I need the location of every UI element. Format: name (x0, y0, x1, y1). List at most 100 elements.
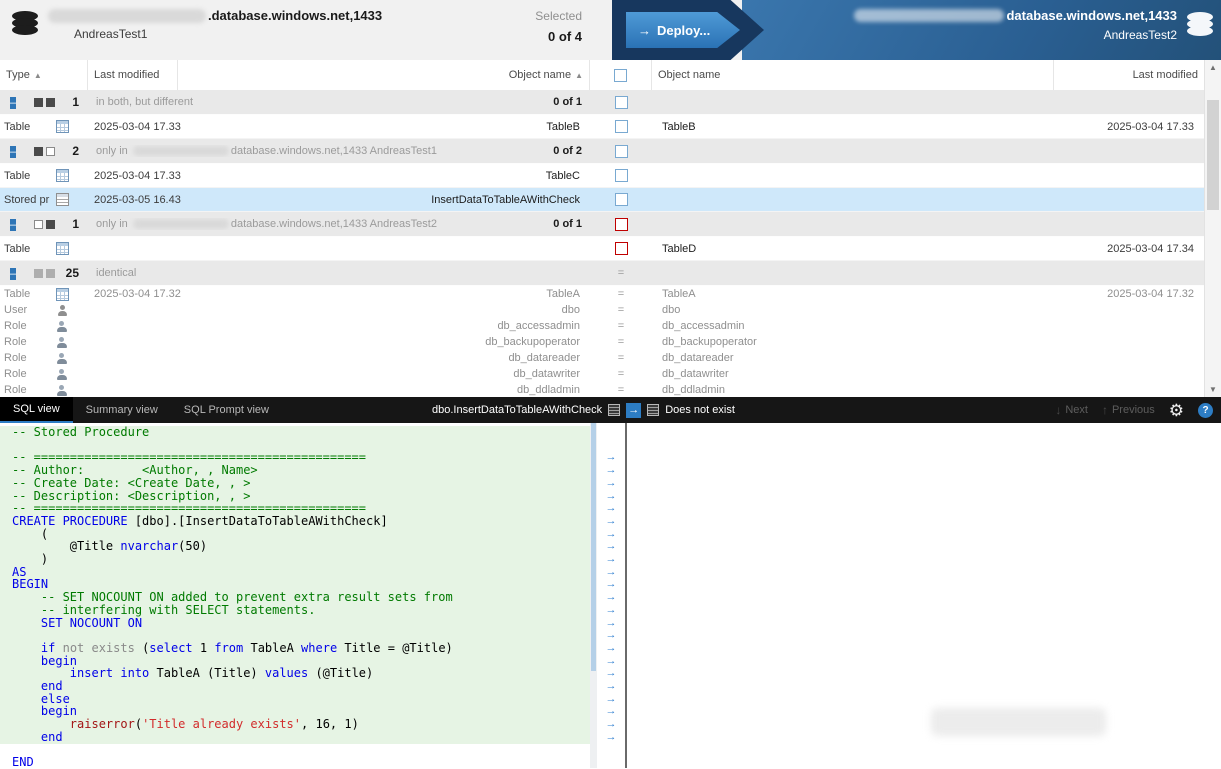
sql-source-pane[interactable]: -- Stored Procedure -- =================… (0, 423, 590, 768)
row-object-name-left: db_ddladmin (517, 384, 580, 396)
sql-diff-area: -- Stored Procedure -- =================… (0, 423, 1221, 768)
tab-sql-prompt-view[interactable]: SQL Prompt view (171, 397, 282, 423)
row-object-name-left: db_datareader (508, 352, 580, 364)
group-diff-state-icon (30, 219, 60, 229)
row-type-label: Role (4, 352, 27, 364)
collapse-icon[interactable]: – (10, 97, 17, 109)
table-row[interactable]: Role db_backupoperator = db_backupoperat… (0, 334, 1204, 350)
column-last-modified-right[interactable]: Last modified (1054, 60, 1204, 90)
previous-difference-button[interactable]: ↑ Previous (1102, 403, 1155, 417)
group-diff-state-icon (30, 146, 60, 156)
sql-code-lines: -- Stored Procedure -- =================… (0, 426, 590, 768)
source-server-suffix: .database.windows.net,1433 (208, 8, 383, 23)
row-checkbox[interactable] (614, 193, 628, 206)
row-type-label: Role (4, 336, 27, 348)
row-last-modified-left: 2025-03-04 17.33 (94, 169, 181, 182)
scroll-down-icon[interactable]: ▼ (1205, 385, 1221, 394)
diff-arrow-icon: → (605, 667, 617, 680)
diff-arrow-icon: → (605, 540, 617, 553)
group-label: in both, but different (96, 96, 194, 108)
diff-arrow-icon: → (605, 591, 617, 604)
equals-icon: = (617, 267, 625, 279)
group-header-only-source[interactable]: – 2 only in database.windows.net,1433 An… (0, 139, 1204, 164)
group-header-identical[interactable]: – 25 identical = (0, 261, 1204, 286)
selected-label: Selected (535, 9, 582, 23)
settings-gear-icon[interactable]: ⚙ (1169, 402, 1184, 419)
group-checkbox[interactable] (614, 95, 628, 109)
code-line: ) (0, 553, 590, 566)
gutter-blank (597, 744, 625, 757)
group-checkbox-drop-warning[interactable] (614, 217, 628, 231)
select-all-checkbox[interactable] (614, 68, 627, 82)
scrollbar-thumb[interactable] (1207, 100, 1219, 210)
table-row[interactable]: Table 2025-03-04 17.32 TableA = TableA 2… (0, 286, 1204, 302)
table-row[interactable]: Table TableD 2025-03-04 17.34 (0, 237, 1204, 261)
table-icon (56, 120, 69, 133)
stored-procedure-icon (56, 193, 69, 206)
source-database-block: .database.windows.net,1433 AndreasTest1 (12, 8, 382, 41)
row-object-name-left: TableB (546, 120, 580, 133)
group-selected-count: 0 of 1 (553, 96, 582, 108)
diff-navigation: ↓ Next ↑ Previous ⚙ ? (1055, 397, 1213, 423)
code-line: end (0, 731, 590, 744)
row-checkbox[interactable] (614, 169, 628, 182)
collapse-icon[interactable]: – (10, 268, 17, 280)
help-icon[interactable]: ? (1198, 402, 1213, 418)
redacted-server-prefix (854, 9, 1005, 22)
equals-icon: = (617, 320, 625, 332)
table-row[interactable]: Table 2025-03-04 17.33 TableB TableB 202… (0, 115, 1204, 139)
table-row[interactable]: Role db_datareader = db_datareader (0, 350, 1204, 366)
group-checkbox[interactable] (614, 144, 628, 158)
selected-count: 0 of 4 (548, 29, 582, 44)
column-object-name-left[interactable]: Object name ▲ (178, 60, 590, 90)
row-last-modified-right: 2025-03-04 17.34 (1107, 242, 1194, 255)
code-line: else (0, 692, 590, 706)
tab-sql-view[interactable]: SQL view (0, 397, 73, 423)
code-line: raiserror('Title already exists', 16, 1) (0, 718, 590, 731)
table-icon (56, 287, 69, 301)
grid-column-header: Type ▲ Last modified Object name ▲ Object … (0, 60, 1204, 91)
table-row-selected[interactable]: Stored pr 2025-03-05 16.43 InsertDataToT… (0, 188, 1204, 212)
group-label: only in database.windows.net,1433 Andrea… (96, 218, 437, 230)
tab-summary-view[interactable]: Summary view (73, 397, 171, 423)
group-diff-state-icon (30, 268, 60, 278)
scrollbar-thumb[interactable] (591, 423, 596, 672)
deploy-button[interactable]: → Deploy... (626, 12, 740, 48)
table-row[interactable]: Role db_ddladmin = db_ddladmin (0, 382, 1204, 398)
collapse-icon[interactable]: – (10, 219, 17, 231)
row-object-name-right: db_datawriter (662, 368, 729, 380)
scroll-up-icon[interactable]: ▲ (1205, 63, 1221, 72)
row-type-label: Role (4, 320, 27, 332)
row-object-name-left: dbo (561, 304, 580, 316)
collapse-icon[interactable]: – (10, 146, 17, 158)
table-row[interactable]: Role db_accessadmin = db_accessadmin (0, 318, 1204, 334)
next-difference-button[interactable]: ↓ Next (1055, 403, 1088, 417)
table-row[interactable]: Role db_datawriter = db_datawriter (0, 366, 1204, 382)
diff-status: dbo.InsertDataToTableAWithCheck → Does n… (432, 397, 735, 423)
row-type-label: Role (4, 368, 27, 380)
equals-icon: = (617, 304, 625, 316)
group-header-different[interactable]: – 1 in both, but different 0 of 1 (0, 90, 1204, 115)
grid-scrollbar[interactable]: ▲ ▼ (1204, 60, 1221, 397)
code-line: AS (0, 565, 590, 579)
row-checkbox-drop-warning[interactable] (614, 242, 628, 255)
diff-arrow-icon: → (605, 730, 617, 743)
column-last-modified-left[interactable]: Last modified (88, 60, 178, 90)
row-type-label: Table (4, 288, 31, 300)
diff-arrow-icon: → (605, 616, 617, 629)
table-row[interactable]: Table 2025-03-04 17.33 TableC (0, 164, 1204, 188)
up-arrow-icon: ↑ (1101, 403, 1108, 417)
row-object-name-left: db_datawriter (513, 368, 580, 380)
column-type[interactable]: Type ▲ (0, 60, 88, 90)
row-checkbox[interactable] (614, 120, 628, 133)
row-object-name-right: db_datareader (662, 352, 734, 364)
group-header-only-target[interactable]: – 1 only in database.windows.net,1433 An… (0, 212, 1204, 237)
column-object-name-right[interactable]: Object name (652, 60, 1054, 90)
table-row[interactable]: User dbo = dbo (0, 302, 1204, 318)
code-scrollbar[interactable] (590, 423, 597, 768)
diff-arrow-icon: → (605, 578, 617, 591)
sql-target-pane[interactable] (627, 423, 1221, 768)
diff-arrow-icon: → (605, 603, 617, 616)
column-select-all (590, 60, 652, 90)
row-object-name-right: TableA (662, 288, 696, 300)
